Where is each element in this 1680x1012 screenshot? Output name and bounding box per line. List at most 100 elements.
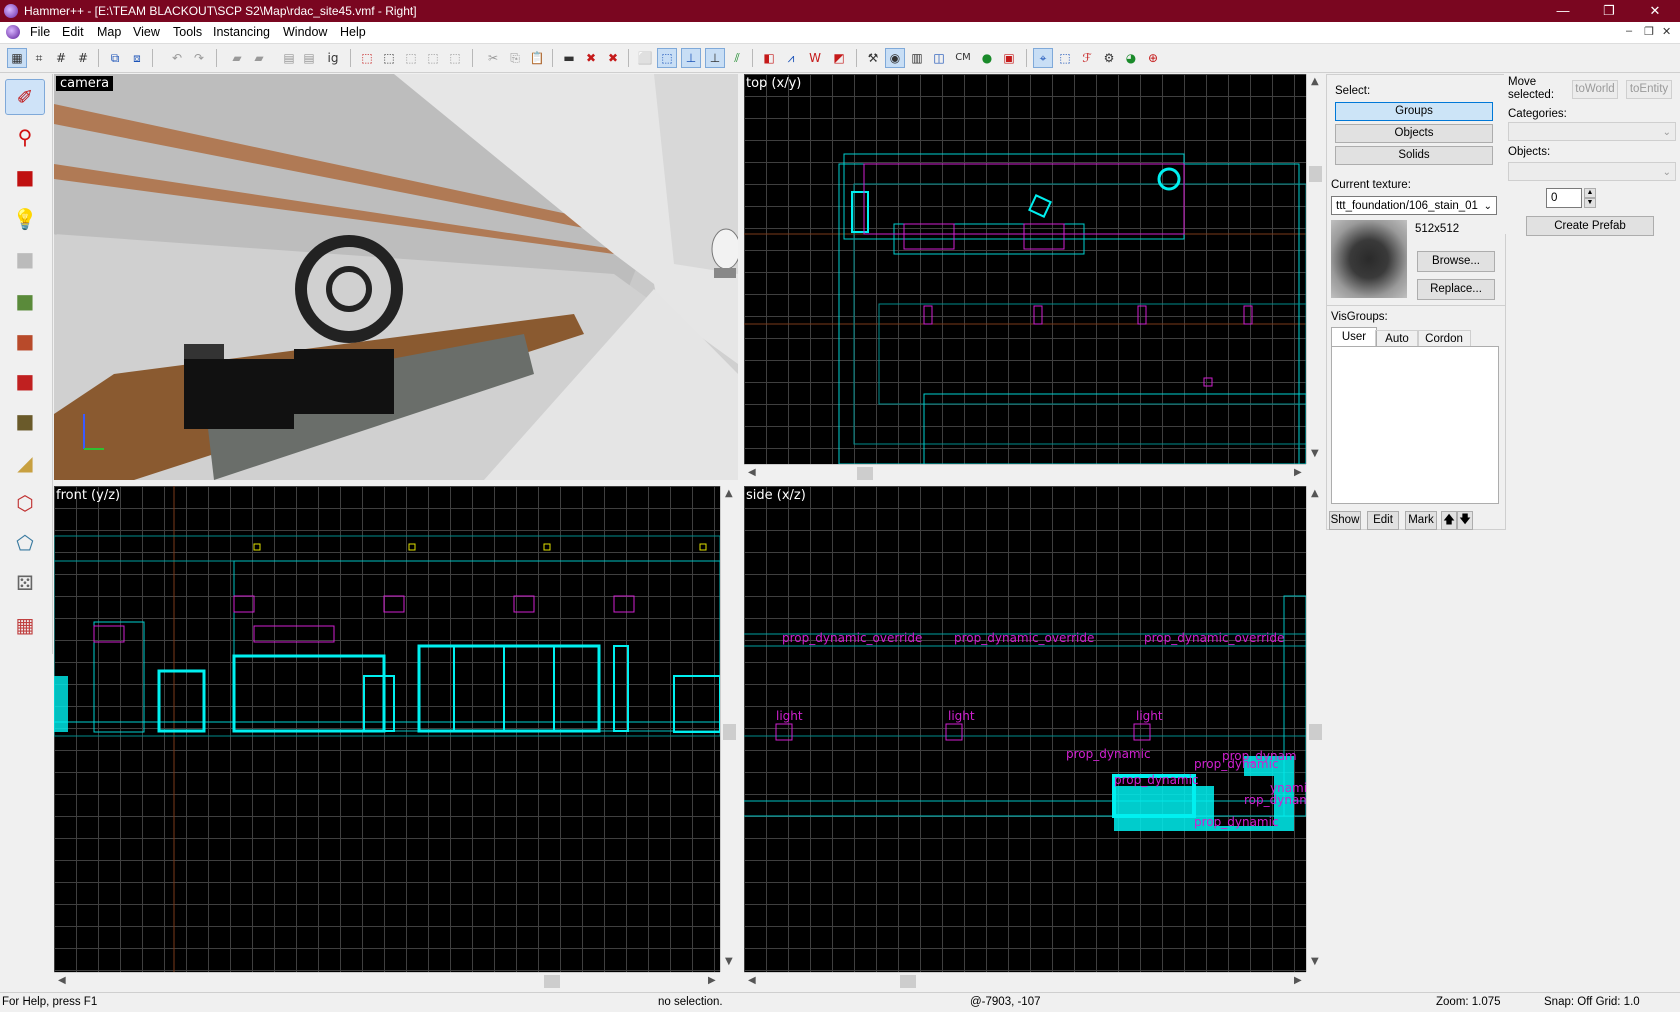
- document-icon[interactable]: [6, 25, 20, 39]
- mdi-restore-button[interactable]: ❐: [1644, 25, 1654, 38]
- front-vertical-scrollbar[interactable]: ▲ ▼: [720, 486, 738, 972]
- visgroup-mark-button[interactable]: Mark: [1405, 511, 1437, 530]
- gizmo-icon[interactable]: ⚙: [1100, 49, 1118, 67]
- menu-view[interactable]: View: [133, 25, 160, 39]
- visgroup-edit-button[interactable]: Edit: [1367, 511, 1399, 530]
- paint-tool-button[interactable]: ▦: [6, 608, 44, 642]
- menu-tools[interactable]: Tools: [173, 25, 202, 39]
- clipping-tool-button[interactable]: ◢: [6, 446, 44, 480]
- menu-instancing[interactable]: Instancing: [213, 25, 270, 39]
- objects-dropdown[interactable]: ⌄: [1508, 162, 1676, 181]
- side-viewport[interactable]: prop_dynamic_override prop_dynamic_overr…: [744, 486, 1306, 972]
- paste-icon[interactable]: 📋: [528, 49, 546, 67]
- scale-texture-lock-icon[interactable]: ⊥: [705, 48, 725, 68]
- selection-tool-button[interactable]: ✐: [5, 79, 45, 115]
- top-vertical-scrollbar[interactable]: ▲ ▼: [1306, 74, 1324, 464]
- run-map-icon[interactable]: ●: [978, 49, 996, 67]
- lighting-preview-icon[interactable]: ⩘: [782, 49, 800, 67]
- minimize-button[interactable]: —: [1540, 0, 1586, 22]
- multi-select-icon[interactable]: ◫: [930, 49, 948, 67]
- top-viewport[interactable]: top (x/y): [744, 74, 1306, 464]
- apply-texture-button[interactable]: ■: [6, 324, 44, 358]
- menu-map[interactable]: Map: [97, 25, 121, 39]
- visgroups-list[interactable]: [1331, 346, 1499, 504]
- overlay-tool-button[interactable]: ■: [6, 404, 44, 438]
- menu-edit[interactable]: Edit: [62, 25, 84, 39]
- entity-report-icon[interactable]: ◕: [1122, 49, 1140, 67]
- select-objects-button[interactable]: Objects: [1335, 124, 1493, 143]
- undo-icon[interactable]: ↶: [168, 49, 186, 67]
- side-horizontal-scrollbar[interactable]: ◀ ▶: [744, 972, 1306, 990]
- ignore-groups-icon[interactable]: ig: [324, 49, 342, 67]
- categories-dropdown[interactable]: ⌄: [1508, 122, 1676, 141]
- copy-icon[interactable]: ⎘: [506, 49, 524, 67]
- grid-toggle-icon[interactable]: ▦: [7, 48, 27, 68]
- models-3d-icon[interactable]: ◧: [760, 49, 778, 67]
- cubemap-icon[interactable]: CM: [952, 49, 974, 67]
- cut-icon[interactable]: ✂: [484, 49, 502, 67]
- grid-highlight-icon[interactable]: ▥: [908, 49, 926, 67]
- menu-file[interactable]: File: [30, 25, 50, 39]
- visgroup-show-button[interactable]: Show: [1329, 511, 1361, 530]
- camera-tool-button[interactable]: ■: [6, 160, 44, 194]
- cordon-icon[interactable]: ⬚: [424, 49, 442, 67]
- texture-lock-icon[interactable]: ⬚: [446, 49, 464, 67]
- decal-tool-button[interactable]: ■: [6, 364, 44, 398]
- block-tool-button[interactable]: ■: [6, 242, 44, 276]
- hide-unselected-icon[interactable]: ⬚: [380, 49, 398, 67]
- check-problems-icon[interactable]: ✖: [582, 49, 600, 67]
- sprinkle-tool-button[interactable]: ⚄: [6, 566, 44, 600]
- current-texture-dropdown[interactable]: ttt_foundation/106_stain_01 ⌄: [1331, 196, 1497, 215]
- group-icon[interactable]: ⧉: [106, 49, 124, 67]
- hide-selected-icon[interactable]: ⬚: [358, 49, 376, 67]
- top-horizontal-scrollbar[interactable]: ◀ ▶: [744, 464, 1306, 482]
- menu-help[interactable]: Help: [340, 25, 366, 39]
- maximize-button[interactable]: ❐: [1586, 0, 1632, 22]
- carve-icon[interactable]: ▰: [228, 49, 246, 67]
- path-tool-button[interactable]: ⬠: [6, 526, 44, 560]
- front-horizontal-scrollbar[interactable]: ◀ ▶: [54, 972, 720, 990]
- create-prefab-button[interactable]: Create Prefab: [1526, 216, 1654, 236]
- ungroup-icon[interactable]: ⧈: [128, 49, 146, 67]
- texture-lock-toggle-icon[interactable]: ⊥: [681, 48, 701, 68]
- redo-icon[interactable]: ↷: [190, 49, 208, 67]
- tools-icon[interactable]: ⚒: [864, 49, 882, 67]
- texture-tool-button[interactable]: ■: [6, 284, 44, 318]
- skew-lock-icon[interactable]: ⫽: [728, 49, 746, 67]
- flat-shaded-icon[interactable]: ◩: [830, 49, 848, 67]
- show-errors-icon[interactable]: ✖: [604, 49, 622, 67]
- select-groups-button[interactable]: Groups: [1335, 102, 1493, 121]
- camera-viewport[interactable]: camera: [54, 74, 738, 480]
- prefab-count-input[interactable]: 0: [1546, 188, 1582, 208]
- lightmap-icon[interactable]: ◉: [885, 48, 905, 68]
- visgroup-move-up-icon[interactable]: 🡅: [1441, 511, 1457, 530]
- spin-up-icon[interactable]: ▲: [1584, 188, 1596, 198]
- replace-button[interactable]: Replace...: [1417, 279, 1495, 300]
- browse-button[interactable]: Browse...: [1417, 251, 1495, 272]
- spin-down-icon[interactable]: ▼: [1584, 198, 1596, 208]
- hollow-icon[interactable]: ▰: [250, 49, 268, 67]
- grid-3d-icon[interactable]: ⌗: [30, 49, 48, 67]
- side-vertical-scrollbar[interactable]: ▲ ▼: [1306, 486, 1324, 972]
- center-views-icon[interactable]: ⌖: [1033, 48, 1053, 68]
- select-box-icon[interactable]: ⬚: [657, 48, 677, 68]
- nodraw-icon[interactable]: ▣: [1000, 49, 1018, 67]
- to-world-button[interactable]: toWorld: [1572, 80, 1618, 99]
- to-entity-icon[interactable]: ▤: [280, 49, 298, 67]
- visgroups-tab-user[interactable]: User: [1331, 327, 1377, 346]
- mdi-minimize-button[interactable]: –: [1626, 25, 1632, 37]
- unhide-icon[interactable]: ⬚: [402, 49, 420, 67]
- menu-window[interactable]: Window: [283, 25, 327, 39]
- to-world-icon[interactable]: ▤: [300, 49, 318, 67]
- wireframe-icon[interactable]: W: [806, 49, 824, 67]
- visgroup-move-down-icon[interactable]: 🡇: [1457, 511, 1473, 530]
- close-button[interactable]: ✕: [1632, 0, 1678, 22]
- entity-tool-button[interactable]: 💡: [6, 202, 44, 236]
- to-entity-button[interactable]: toEntity: [1626, 80, 1672, 99]
- vertex-tool-button[interactable]: ⬡: [6, 486, 44, 520]
- solid-icon[interactable]: ▬: [560, 49, 578, 67]
- front-viewport[interactable]: front (y/z): [54, 486, 720, 972]
- grid-larger-icon[interactable]: #: [74, 49, 92, 67]
- select-solids-button[interactable]: Solids: [1335, 146, 1493, 165]
- grid-smaller-icon[interactable]: #: [52, 49, 70, 67]
